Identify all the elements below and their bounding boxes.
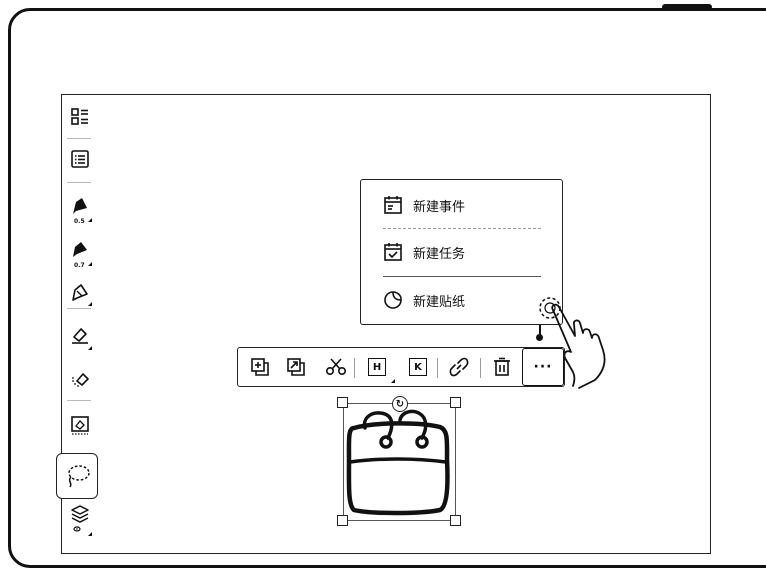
keyword-icon: K <box>409 358 427 376</box>
delete-icon <box>494 357 510 376</box>
list-icon <box>71 150 89 168</box>
menu-item-new-event[interactable]: 新建事件 <box>383 192 465 218</box>
pen-size-label: 0.7 <box>74 262 85 269</box>
more-button[interactable]: ··· <box>522 348 564 386</box>
lasso-icon <box>68 465 90 488</box>
menu-divider <box>383 228 541 229</box>
cut-button[interactable] <box>324 355 348 379</box>
expand-triangle-icon <box>88 302 92 306</box>
menu-item-label: 新建任务 <box>413 246 466 262</box>
toolbar-divider <box>67 308 91 309</box>
area-eraser-icon <box>72 373 89 387</box>
menu-item-label: 新建贴纸 <box>413 294 466 310</box>
layers-tool-button[interactable] <box>61 503 99 539</box>
device-power-button <box>662 4 712 10</box>
outline-icon <box>71 108 88 125</box>
toolbar-divider <box>67 400 91 401</box>
more-icon: ··· <box>533 359 553 375</box>
toolbar-divider <box>67 138 91 139</box>
toolbar-divider <box>67 182 91 183</box>
expand-triangle-icon <box>88 532 92 536</box>
export-button[interactable] <box>284 355 308 379</box>
copy-button[interactable] <box>248 355 272 379</box>
marker-pen-icon <box>73 242 87 257</box>
pen-tool-button[interactable] <box>61 191 99 221</box>
menu-divider <box>383 276 541 277</box>
lasso-context-toolbar: H K ··· <box>237 347 565 387</box>
highlighter-tool-button[interactable] <box>61 278 99 308</box>
layers-icon <box>71 505 89 532</box>
menu-item-label: 新建事件 <box>413 199 466 215</box>
expand-triangle-icon <box>88 218 92 222</box>
toolbar-divider <box>480 358 481 378</box>
copy-icon <box>251 358 269 376</box>
delete-button[interactable] <box>490 355 514 379</box>
menu-connector-dot <box>536 334 543 341</box>
expand-triangle-icon <box>88 346 92 350</box>
link-button[interactable] <box>447 355 471 379</box>
pen-size-label: 0.5 <box>74 218 85 225</box>
sticker-icon <box>384 291 402 309</box>
expand-triangle-icon <box>391 379 395 383</box>
toolbar-divider <box>354 358 355 378</box>
link-icon <box>449 357 469 377</box>
outline-tool-button[interactable] <box>61 102 99 132</box>
heading-button[interactable]: H <box>365 355 389 379</box>
fountain-pen-icon <box>73 198 87 214</box>
calendar-event-icon <box>384 196 402 214</box>
clear-page-tool-button[interactable] <box>61 410 99 440</box>
heading-icon: H <box>368 358 386 376</box>
calendar-task-icon <box>384 243 402 261</box>
lasso-tool-button[interactable] <box>56 453 98 499</box>
menu-item-new-task[interactable]: 新建任务 <box>383 239 465 265</box>
eraser-icon <box>72 328 88 344</box>
cut-icon <box>325 358 347 376</box>
export-icon <box>287 358 305 376</box>
eraser-tool-button[interactable] <box>61 320 99 350</box>
menu-item-new-sticker[interactable]: 新建贴纸 <box>383 287 465 313</box>
toolbar-divider <box>437 358 438 378</box>
keyword-button[interactable]: K <box>406 355 430 379</box>
create-menu: 新建事件 新建任务 新建贴纸 <box>360 179 563 325</box>
highlighter-icon <box>72 284 88 301</box>
clear-page-icon <box>71 416 89 435</box>
marker-tool-button[interactable] <box>61 234 99 264</box>
hand-drawn-bag-sketch <box>346 409 450 516</box>
list-tool-button[interactable] <box>61 144 99 174</box>
area-eraser-tool-button[interactable] <box>61 364 99 394</box>
expand-triangle-icon <box>88 262 92 266</box>
